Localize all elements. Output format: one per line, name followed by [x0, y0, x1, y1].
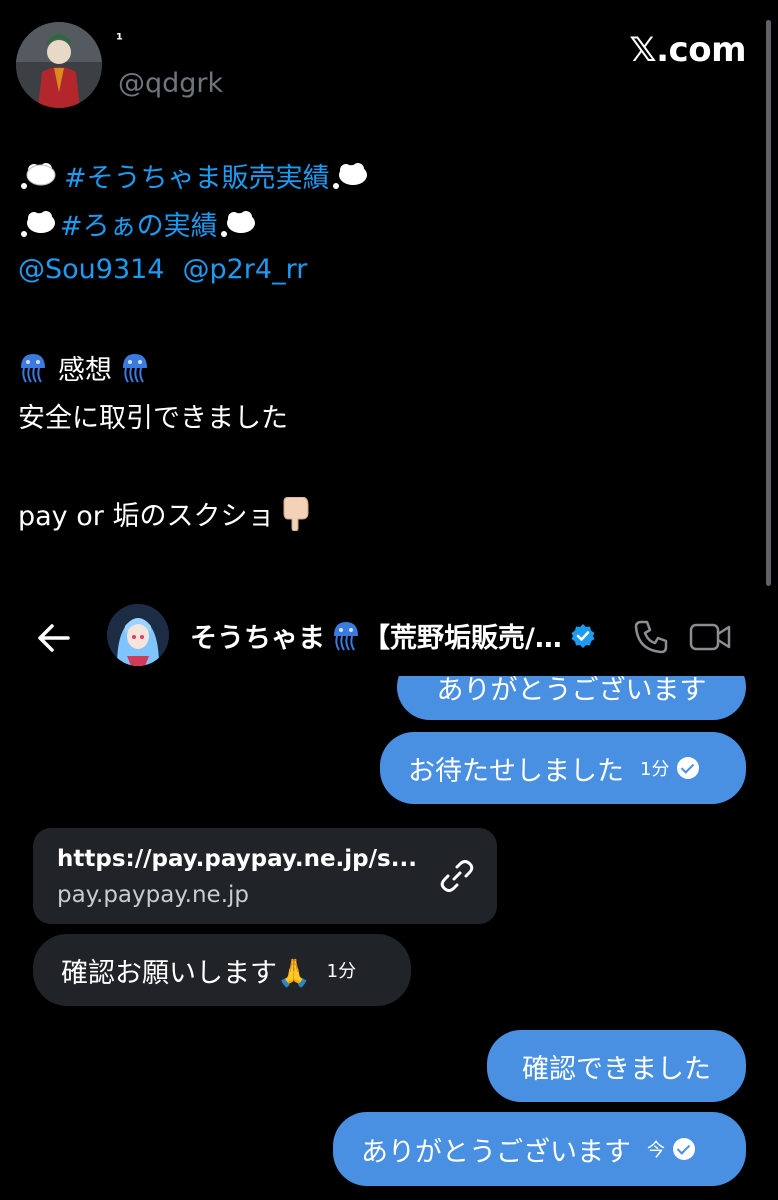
- message-text: ありがとうございます: [436, 676, 707, 706]
- jellyfish-icon: [21, 353, 45, 383]
- outgoing-message-bubble[interactable]: ありがとうございます 今: [333, 1112, 746, 1186]
- tweet-line-impression-heading: 感想: [18, 348, 150, 387]
- jellyfish-icon: [123, 353, 147, 383]
- video-call-icon[interactable]: [688, 618, 732, 656]
- message-time: 1分: [326, 961, 357, 982]
- message-meta: 1分: [640, 755, 700, 781]
- contact-name: そうちゃま: [190, 623, 325, 654]
- tweet-line-hashtag2: #ろぁの実績: [18, 204, 256, 243]
- avatar[interactable]: [16, 22, 102, 108]
- message-clip-region: ありがとうございます: [0, 676, 778, 722]
- link-url: https://pay.paypay.ne.jp/s...: [57, 846, 417, 872]
- link-icon: [440, 860, 474, 892]
- site-watermark: 𝕏.com: [629, 30, 746, 70]
- message-text: 確認お願いします🙏: [61, 957, 311, 989]
- backhand-pointing-down-icon: [283, 496, 309, 531]
- hashtag-link[interactable]: #そうちゃま販売実績: [64, 156, 330, 195]
- message-time: 1分: [640, 759, 670, 780]
- display-name[interactable]: ¹: [116, 30, 123, 49]
- message-meta: 今: [647, 1136, 695, 1162]
- message-text: お待たせしました: [408, 755, 624, 787]
- outgoing-message-bubble[interactable]: ありがとうございます: [397, 676, 746, 720]
- outgoing-message-bubble[interactable]: お待たせしました 1分: [380, 732, 746, 804]
- scrollbar[interactable]: [766, 20, 771, 586]
- screenshot-note: pay or 垢のスクショ: [18, 501, 275, 532]
- thought-balloon-icon: [332, 162, 367, 189]
- phone-icon[interactable]: [632, 618, 670, 656]
- verified-badge-icon: [571, 623, 595, 648]
- message-text: ありがとうございます: [361, 1136, 631, 1168]
- impression-text: 安全に取引できました: [18, 403, 288, 434]
- incoming-message-bubble[interactable]: 確認お願いします🙏 1分: [33, 934, 411, 1006]
- contact-avatar[interactable]: [107, 604, 169, 666]
- message-time: 今: [647, 1140, 665, 1161]
- message-text: 確認できました: [522, 1053, 711, 1085]
- read-check-icon: [677, 757, 700, 779]
- jellyfish-icon: [334, 621, 358, 651]
- tweet-line-hashtag1: #そうちゃま販売実績: [18, 156, 368, 195]
- outgoing-message-bubble[interactable]: 確認できました: [487, 1030, 746, 1102]
- thought-balloon-icon: [220, 210, 255, 237]
- impression-heading: 感想: [58, 355, 112, 386]
- hashtag-link[interactable]: #ろぁの実績: [60, 204, 218, 243]
- link-preview-card[interactable]: https://pay.paypay.ne.jp/s... pay.paypay…: [33, 828, 497, 924]
- mention-link[interactable]: @Sou9314: [18, 254, 164, 285]
- user-handle[interactable]: @qdgrk: [118, 68, 223, 99]
- contact-name-row[interactable]: そうちゃま 【荒野垢販売/…: [190, 616, 596, 655]
- thought-balloon-icon: [21, 162, 56, 189]
- link-domain: pay.paypay.ne.jp: [57, 882, 250, 908]
- mention-link[interactable]: @p2r4_rr: [182, 254, 307, 285]
- read-check-icon: [673, 1138, 695, 1160]
- back-arrow-icon[interactable]: [34, 618, 74, 658]
- contact-name-suffix: 【荒野垢販売/…: [363, 623, 562, 654]
- tweet-line-screenshot-note: pay or 垢のスクショ: [18, 494, 310, 533]
- tweet-line-mentions: @Sou9314 @p2r4_rr: [18, 254, 307, 285]
- thought-balloon-icon: [21, 210, 55, 237]
